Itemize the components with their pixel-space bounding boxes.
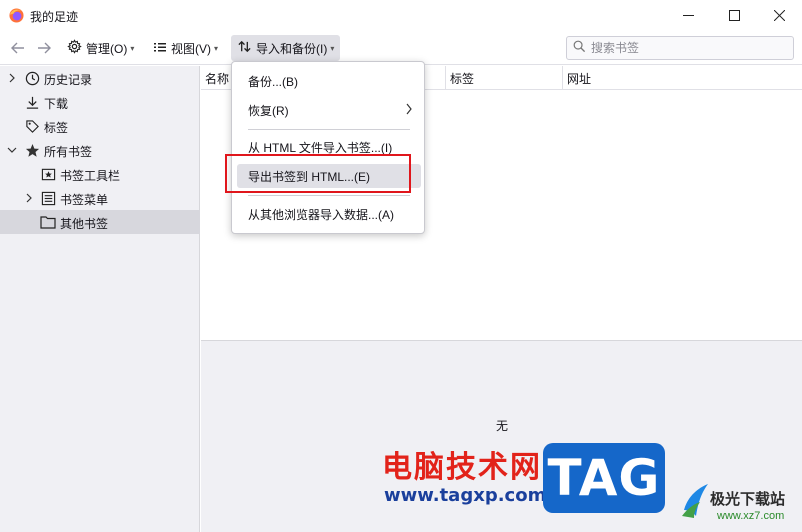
gear-icon (67, 39, 82, 57)
sidebar-item-tags[interactable]: 标签 (0, 114, 200, 138)
sidebar-item-label: 标签 (44, 121, 69, 135)
sidebar-item-all-bookmarks[interactable]: 所有书签 (0, 138, 200, 162)
back-button[interactable] (8, 38, 28, 58)
import-backup-dropdown-menu: 备份...(B) 恢复(R) 从 HTML 文件导入书签...(I) 导出书签到… (231, 61, 425, 234)
annotation-highlight-box (225, 154, 411, 193)
sidebar-item-label: 历史记录 (44, 73, 93, 87)
close-button[interactable] (756, 0, 802, 31)
sidebar-item-other-bookmarks[interactable]: 其他书签 (0, 210, 200, 234)
search-input[interactable] (591, 41, 781, 55)
tag-icon (24, 118, 40, 134)
bookmark-menu-icon (40, 190, 56, 206)
views-label: 视图(V) (171, 41, 211, 56)
menu-item-import-other-browser[interactable]: 从其他浏览器导入数据...(A) (237, 202, 421, 226)
sort-arrows-icon (237, 39, 252, 57)
menu-separator (248, 195, 410, 196)
sidebar-item-label: 书签工具栏 (60, 169, 121, 183)
search-bookmarks-box[interactable] (566, 36, 794, 60)
watermark-site-url: www.xz7.com (717, 510, 785, 522)
sidebar-item-label: 下载 (44, 97, 69, 111)
chevron-down-icon[interactable] (6, 138, 18, 162)
column-header-tags[interactable]: 标签 (446, 66, 563, 90)
chevron-right-icon (405, 102, 413, 119)
folder-icon (40, 214, 56, 230)
maximize-button[interactable] (711, 0, 757, 31)
chevron-right-icon[interactable] (23, 186, 35, 210)
import-backup-menu-button[interactable]: 导入和备份(I) ▾ (231, 35, 341, 61)
watermark-tag-logo: TAG (543, 443, 665, 513)
sidebar-item-label: 书签菜单 (60, 193, 109, 207)
watermark-site-name: 极光下载站 (710, 490, 786, 508)
chevron-down-icon: ▾ (130, 43, 135, 53)
sidebar-item-label: 其他书签 (60, 217, 109, 231)
minimize-button[interactable] (665, 0, 711, 31)
forward-arrow-icon (38, 42, 51, 54)
manage-menu-button[interactable]: 管理(O) ▾ (61, 35, 140, 61)
menu-item-restore[interactable]: 恢复(R) (237, 98, 421, 122)
import-backup-label: 导入和备份(I) (256, 41, 328, 56)
search-icon (573, 40, 586, 56)
clock-icon (24, 70, 40, 86)
library-toolbar: 管理(O) ▾ 视图(V) ▾ 导入和备份(I) ▾ (0, 31, 802, 65)
watermark-url: www.tagxp.com (384, 485, 547, 506)
sidebar-item-downloads[interactable]: 下载 (0, 90, 200, 114)
sidebar-item-bookmarks-menu[interactable]: 书签菜单 (0, 186, 200, 210)
chevron-down-icon: ▾ (330, 43, 335, 53)
star-icon (24, 142, 40, 158)
sidebar-item-label: 所有书签 (44, 145, 93, 159)
chevron-right-icon[interactable] (6, 66, 18, 90)
menu-item-label: 恢复(R) (248, 103, 289, 118)
column-header-location[interactable]: 网址 (563, 66, 802, 90)
forward-button[interactable] (34, 38, 54, 58)
sidebar-item-history[interactable]: 历史记录 (0, 66, 200, 90)
views-menu-button[interactable]: 视图(V) ▾ (147, 35, 224, 61)
back-arrow-icon (11, 42, 24, 54)
aurora-logo-icon (680, 482, 710, 520)
firefox-icon (9, 8, 24, 23)
list-view-icon (153, 40, 167, 57)
watermark-tag-text: TAG (547, 449, 661, 507)
empty-selection-text: 无 (496, 419, 509, 433)
window-title: 我的足迹 (30, 10, 79, 24)
title-bar: 我的足迹 (0, 0, 802, 31)
menu-separator (248, 129, 410, 130)
chevron-down-icon: ▾ (214, 43, 219, 53)
library-sidebar-tree: 历史记录 下载 标签 所有书签 书签工具栏 书签菜单 其他书签 (0, 66, 200, 532)
sidebar-item-bookmarks-toolbar[interactable]: 书签工具栏 (0, 162, 200, 186)
watermark-site-text: 电脑技术网 (382, 450, 542, 485)
menu-item-backup[interactable]: 备份...(B) (237, 69, 421, 93)
download-icon (24, 94, 40, 110)
manage-label: 管理(O) (86, 41, 128, 56)
bookmark-toolbar-icon (40, 166, 56, 182)
